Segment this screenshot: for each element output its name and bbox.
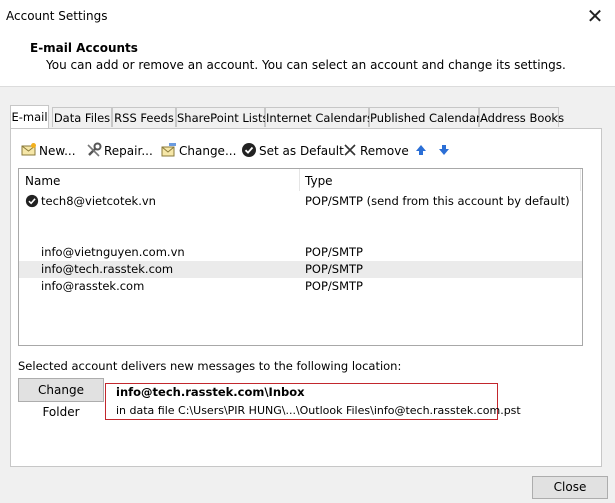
account-type: POP/SMTP [305, 245, 363, 259]
tab-address-books[interactable]: Address Books [479, 107, 564, 127]
delivery-description: Selected account delivers new messages t… [18, 359, 402, 373]
account-type: POP/SMTP (send from this account by defa… [305, 194, 570, 208]
account-type: POP/SMTP [305, 279, 363, 293]
data-file-path: in data file C:\Users\PIR HUNG\...\Outlo… [116, 404, 521, 417]
account-name: info@rasstek.com [41, 279, 145, 293]
wrench-icon [87, 142, 102, 157]
move-down-button[interactable] [436, 142, 454, 160]
tab-published-calendars[interactable]: Published Calendars [369, 107, 487, 127]
new-label: New... [39, 144, 76, 158]
column-divider[interactable] [299, 169, 300, 191]
window-title: Account Settings [6, 9, 108, 23]
tab-sharepoint-lists[interactable]: SharePoint Lists [176, 107, 269, 127]
change-settings-icon [161, 143, 176, 157]
repair-label: Repair... [104, 144, 153, 158]
tab-internet-calendars[interactable]: Internet Calendars [265, 107, 373, 127]
change-button[interactable]: Change... [161, 142, 236, 160]
page-title: E-mail Accounts [30, 41, 138, 55]
close-button[interactable]: Close [532, 476, 608, 499]
page-description: You can add or remove an account. You ca… [46, 58, 566, 72]
change-folder-button[interactable]: Change Folder [18, 378, 104, 419]
set-as-default-label: Set as Default [259, 144, 344, 158]
title-bar: Account Settings ✕ [0, 0, 615, 32]
account-name: info@vietnguyen.com.vn [41, 245, 185, 259]
tab-email[interactable]: E-mail [10, 105, 49, 128]
default-check-icon [25, 194, 39, 208]
account-row[interactable]: info@rasstek.com POP/SMTP [19, 278, 582, 295]
account-row[interactable]: info@vietnguyen.com.vn POP/SMTP [19, 244, 582, 261]
accounts-list[interactable]: Name Type tech8@vietcotek.vn POP/SMTP (s… [18, 168, 583, 346]
check-circle-icon [242, 143, 256, 157]
account-name: tech8@vietcotek.vn [41, 194, 156, 208]
account-type: POP/SMTP [305, 262, 363, 276]
new-account-button[interactable]: New... [21, 142, 76, 160]
repair-button[interactable]: Repair... [86, 142, 153, 160]
remove-x-icon [344, 144, 356, 156]
remove-label: Remove [360, 144, 409, 158]
account-row[interactable]: tech8@vietcotek.vn POP/SMTP (send from t… [19, 193, 582, 210]
account-name: info@tech.rasstek.com [41, 262, 174, 276]
column-header-type[interactable]: Type [305, 174, 333, 188]
set-as-default-button[interactable]: Set as Default [241, 142, 344, 160]
inbox-path: info@tech.rasstek.com\Inbox [116, 385, 305, 399]
remove-button[interactable]: Remove [342, 142, 409, 160]
move-up-button[interactable] [413, 142, 431, 160]
list-header: Name Type [19, 169, 582, 191]
tab-rss-feeds[interactable]: RSS Feeds [112, 107, 176, 127]
account-row[interactable]: info@tech.rasstek.com POP/SMTP [19, 261, 582, 278]
column-header-name[interactable]: Name [25, 174, 60, 188]
tab-data-files[interactable]: Data Files [52, 107, 112, 127]
arrow-down-icon [439, 145, 449, 155]
arrow-up-icon [416, 145, 426, 155]
new-mail-icon [21, 143, 36, 156]
window-close-icon[interactable]: ✕ [580, 3, 610, 29]
header: E-mail Accounts You can add or remove an… [0, 32, 615, 87]
column-divider[interactable] [580, 169, 581, 191]
change-label: Change... [179, 144, 237, 158]
